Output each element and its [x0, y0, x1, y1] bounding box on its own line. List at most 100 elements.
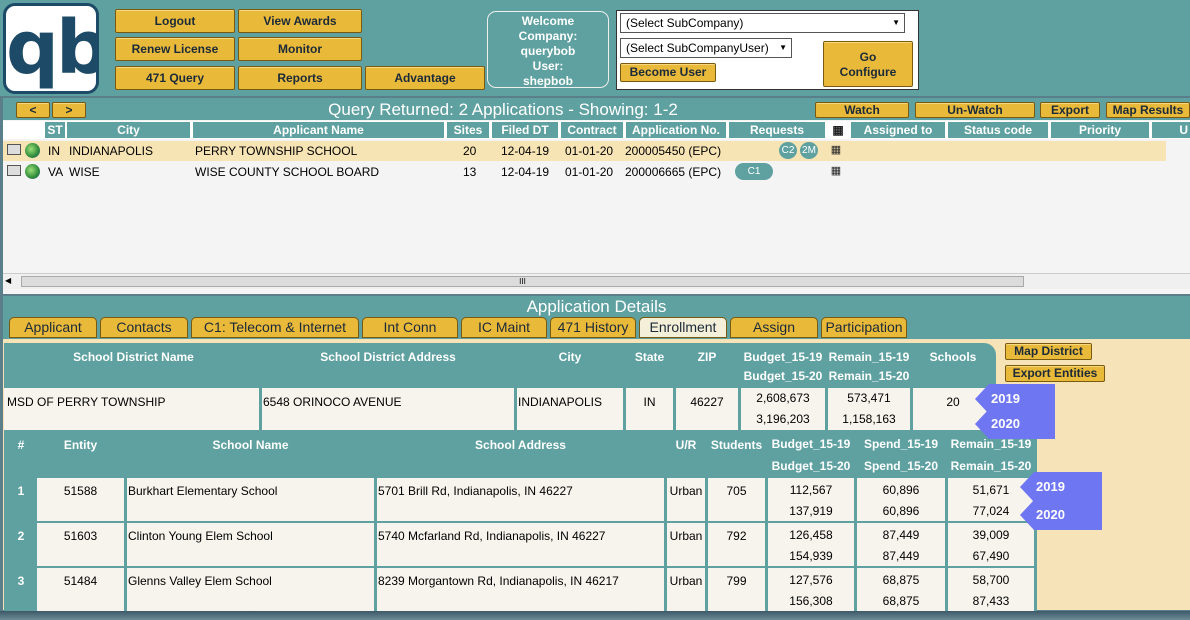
col-st[interactable]: ST — [45, 122, 65, 138]
tab-ic-maint[interactable]: IC Maint — [461, 317, 547, 338]
col-district-budget: Budget_15-19 Budget_15-20 — [741, 343, 825, 386]
logout-button[interactable]: Logout — [115, 9, 235, 33]
col-district-zip: ZIP — [676, 343, 738, 386]
tab-471-history[interactable]: 471 History — [550, 317, 636, 338]
subcompany-select[interactable]: (Select SubCompany) ▼ — [620, 13, 905, 33]
horizontal-scrollbar[interactable]: ◀ III — [3, 273, 1190, 289]
map-results-button[interactable]: Map Results — [1106, 102, 1190, 118]
callout-arrow-2019: 2019 — [1020, 472, 1102, 502]
school-remain: 39,009 67,490 — [948, 523, 1034, 566]
col-notes[interactable]: ▦ — [828, 122, 848, 138]
callout-arrow-2020: 2020 — [975, 409, 1055, 439]
col-filed-dt[interactable]: Filed DT — [492, 122, 558, 138]
renew-license-button[interactable]: Renew License — [115, 37, 235, 61]
globe-icon[interactable] — [25, 143, 40, 158]
col-district-state: State — [626, 343, 673, 386]
tab-participation[interactable]: Participation — [821, 317, 907, 338]
company-name: querybob — [520, 44, 576, 58]
school-address: 5701 Brill Rd, Indianapolis, IN 46227 — [377, 478, 664, 521]
col-budget: Budget_15-19 Budget_15-20 — [768, 433, 854, 475]
next-page-button[interactable]: > — [52, 102, 86, 118]
become-user-button[interactable]: Become User — [620, 63, 716, 82]
user-label: User: — [532, 59, 564, 73]
col-district-name: School District Name — [8, 343, 259, 386]
school-address: 5740 Mcfarland Rd, Indianapolis, IN 4622… — [377, 523, 664, 566]
tab-applicant[interactable]: Applicant — [9, 317, 97, 338]
request-badge-2m[interactable]: 2M — [800, 142, 818, 159]
col-contract[interactable]: Contract — [561, 122, 623, 138]
col-district-city: City — [517, 343, 623, 386]
col-district-remain: Remain_15-19 Remain_15-20 — [828, 343, 910, 386]
district-state: IN — [626, 388, 673, 430]
export-entities-button[interactable]: Export Entities — [1005, 365, 1105, 382]
school-ur: Urban — [667, 568, 705, 611]
tab-c1-telecom[interactable]: C1: Telecom & Internet — [191, 317, 359, 338]
map-district-button[interactable]: Map District — [1005, 343, 1092, 360]
col-requests[interactable]: Requests — [729, 122, 825, 138]
school-budget: 112,567 137,919 — [768, 478, 854, 521]
school-budget: 126,458 154,939 — [768, 523, 854, 566]
row-num: 1 — [8, 478, 34, 521]
district-name: MSD OF PERRY TOWNSHIP — [4, 388, 259, 430]
watch-button[interactable]: Watch — [815, 102, 909, 118]
book-icon[interactable]: ▦ — [829, 144, 843, 156]
school-ur: Urban — [667, 478, 705, 521]
chevron-down-icon: ▼ — [892, 18, 900, 27]
school-ur: Urban — [667, 523, 705, 566]
col-sites[interactable]: Sites — [447, 122, 489, 138]
monitor-button[interactable]: Monitor — [238, 37, 362, 61]
school-spend: 68,875 68,875 — [857, 568, 945, 611]
col-application-no[interactable]: Application No. — [626, 122, 726, 138]
globe-icon[interactable] — [25, 164, 40, 179]
print-icon[interactable] — [7, 144, 21, 155]
request-badge-c2[interactable]: C2 — [779, 142, 797, 159]
col-priority[interactable]: Priority — [1051, 122, 1149, 138]
scroll-left-icon[interactable]: ◀ — [5, 276, 11, 285]
scroll-thumb[interactable]: III — [21, 276, 1024, 287]
school-address: 8239 Morgantown Rd, Indianapolis, IN 462… — [377, 568, 664, 611]
user-name: shepbob — [523, 74, 573, 88]
application-details-title: Application Details — [526, 297, 667, 316]
qb-logo[interactable]: qb — [3, 3, 99, 94]
tab-enrollment[interactable]: Enrollment — [639, 317, 727, 338]
subcompany-user-select[interactable]: (Select SubCompanyUser) ▼ — [620, 38, 792, 58]
col-district-address: School District Address — [262, 343, 514, 386]
school-spend: 87,449 87,449 — [857, 523, 945, 566]
reports-button[interactable]: Reports — [238, 66, 362, 90]
table-row[interactable]: VA WISE WISE COUNTY SCHOOL BOARD 13 12-0… — [3, 162, 1190, 182]
tab-int-conn[interactable]: Int Conn — [362, 317, 458, 338]
col-students: Students — [708, 433, 765, 475]
book-icon: ▦ — [832, 123, 844, 137]
advantage-button[interactable]: Advantage — [365, 66, 485, 90]
school-name: Clinton Young Elem School — [127, 523, 374, 566]
prev-page-button[interactable]: < — [16, 102, 50, 118]
471-query-button[interactable]: 471 Query — [115, 66, 235, 90]
col-u[interactable]: U — [1152, 122, 1190, 138]
book-icon[interactable]: ▦ — [829, 165, 843, 177]
district-zip: 46227 — [676, 388, 738, 430]
district-budget: 2,608,673 3,196,203 — [741, 388, 825, 430]
col-district-schools: Schools — [913, 343, 993, 386]
entity-id: 51484 — [37, 568, 124, 611]
window-footer — [0, 611, 1190, 620]
go-configure-button[interactable]: Go Configure — [823, 41, 913, 87]
row-num: 3 — [8, 568, 34, 611]
col-status-code[interactable]: Status code — [948, 122, 1048, 138]
welcome-box: Welcome Company: querybob User: shepbob — [487, 11, 609, 88]
col-applicant-name[interactable]: Applicant Name — [193, 122, 444, 138]
view-awards-button[interactable]: View Awards — [238, 9, 362, 33]
district-address: 6548 ORINOCO AVENUE — [262, 388, 514, 430]
tab-assign[interactable]: Assign — [730, 317, 818, 338]
print-icon[interactable] — [7, 165, 21, 176]
table-row[interactable]: IN INDIANAPOLIS PERRY TOWNSHIP SCHOOL 20… — [3, 141, 1166, 161]
request-badge-c1[interactable]: C1 — [735, 163, 773, 180]
tab-contacts[interactable]: Contacts — [100, 317, 188, 338]
col-entity: Entity — [37, 433, 124, 475]
school-students: 799 — [708, 568, 765, 611]
col-city[interactable]: City — [67, 122, 190, 138]
export-button[interactable]: Export — [1040, 102, 1100, 118]
col-assigned-to[interactable]: Assigned to — [851, 122, 945, 138]
unwatch-button[interactable]: Un-Watch — [915, 102, 1035, 118]
school-remain: 58,700 87,433 — [948, 568, 1034, 611]
school-name: Burkhart Elementary School — [127, 478, 374, 521]
